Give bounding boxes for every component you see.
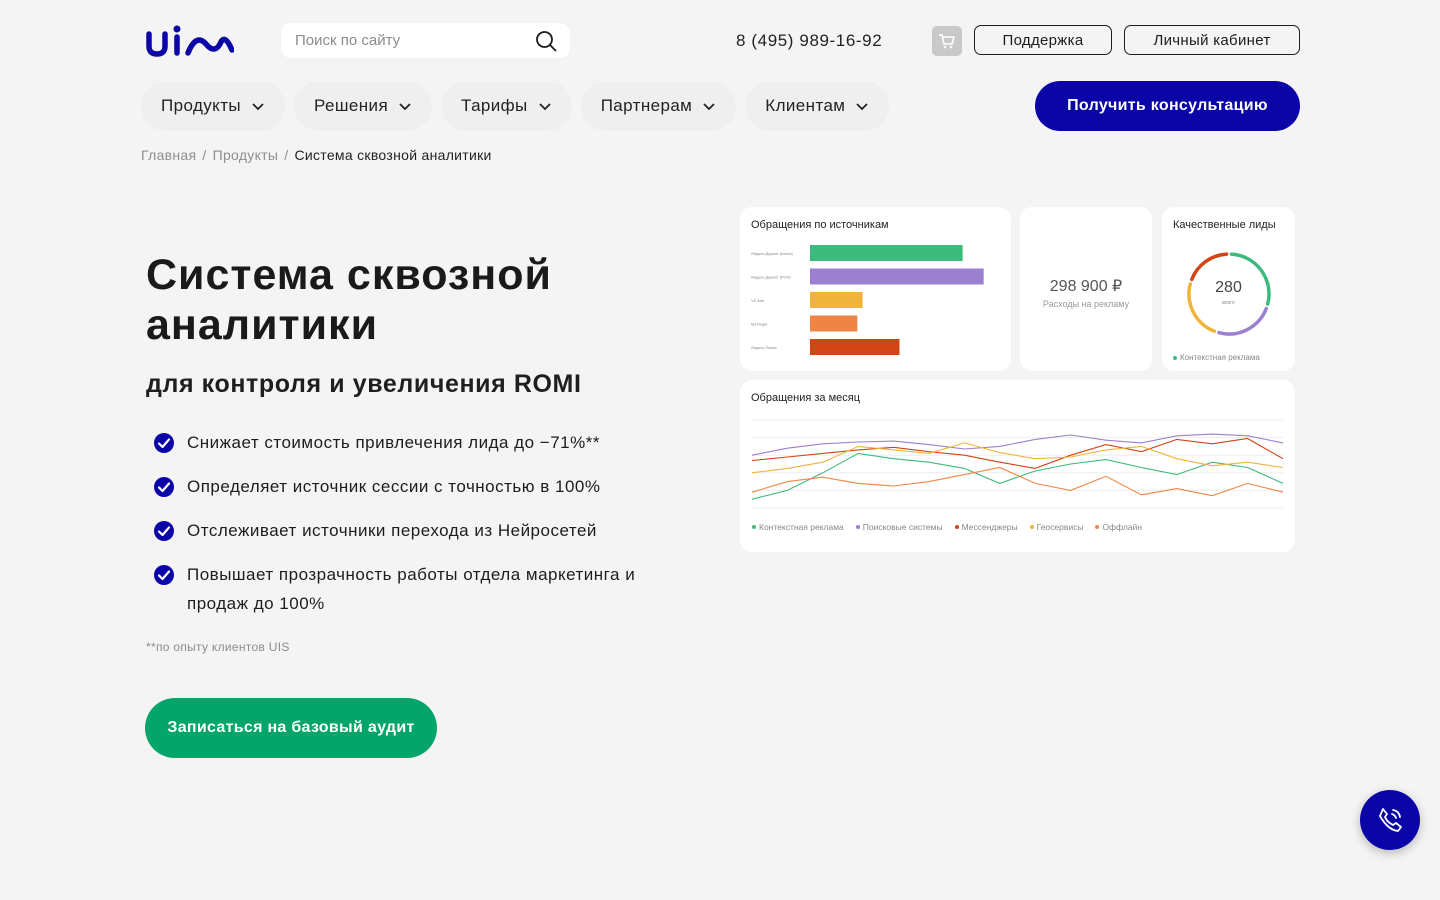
list-item: Повышает прозрачность работы отдела марк… bbox=[153, 560, 693, 618]
page-subtitle: для контроля и увеличения ROMI bbox=[146, 370, 582, 398]
uis-logo[interactable] bbox=[146, 24, 234, 58]
legend-label: Контекстная реклама bbox=[1180, 353, 1260, 362]
monthly-requests-card: Обращения за месяц Контекстная реклама По… bbox=[740, 380, 1295, 552]
phone-number[interactable]: 8 (495) 989-16-92 bbox=[736, 31, 882, 51]
search-input[interactable] bbox=[295, 32, 534, 49]
bar-category-label: Яндекс.Поиск bbox=[751, 345, 777, 350]
nav-item-label: Партнерам bbox=[600, 96, 693, 115]
donut-slice bbox=[1217, 306, 1268, 336]
nav-item-clients[interactable]: Клиентам bbox=[745, 81, 890, 131]
breadcrumb-current: Система сквозной аналитики bbox=[294, 147, 492, 163]
legend-dot bbox=[954, 525, 959, 529]
bar bbox=[810, 315, 858, 332]
feature-text: Повышает прозрачность работы отдела марк… bbox=[187, 565, 636, 613]
cart-button[interactable] bbox=[932, 26, 962, 56]
legend-label: Поисковые системы bbox=[862, 522, 943, 532]
leads-total-value: 280 bbox=[1215, 279, 1242, 296]
bar-category-label: Яндекс.Директ (поиск) bbox=[751, 251, 793, 256]
bar bbox=[810, 339, 900, 355]
feature-text: Снижает стоимость привлечения лида до −7… bbox=[187, 433, 600, 452]
ad-spend-label: Расходы на рекламу bbox=[1042, 299, 1130, 309]
legend-dot bbox=[752, 525, 756, 529]
legend-label: Контекстная реклама bbox=[759, 522, 844, 532]
breadcrumb-separator: / bbox=[284, 147, 289, 163]
personal-account-button[interactable]: Личный кабинет bbox=[1124, 25, 1300, 55]
chevron-down-icon bbox=[539, 103, 551, 111]
bar-category-label: Яндекс.Директ (РСЯ) bbox=[751, 275, 791, 280]
sources-bar-chart: Яндекс.Директ (поиск) Яндекс.Директ (РСЯ)… bbox=[751, 245, 984, 355]
chevron-down-icon bbox=[252, 103, 264, 111]
nav-item-label: Тарифы bbox=[461, 96, 528, 115]
cart-icon bbox=[939, 34, 955, 49]
legend-dot bbox=[1095, 525, 1100, 529]
bar bbox=[810, 245, 963, 261]
nav-item-products[interactable]: Продукты bbox=[141, 81, 286, 131]
feature-text: Определяет источник сессии с точностью в… bbox=[187, 477, 601, 496]
page-title: Система сквозной аналитики bbox=[146, 251, 552, 349]
search-box[interactable] bbox=[281, 23, 570, 58]
main-nav: Продукты Решения Тарифы Партнерам Клиент… bbox=[141, 81, 890, 131]
quality-leads-card: Качественные лиды 280 всего Контекстная … bbox=[1162, 207, 1295, 371]
series-line bbox=[751, 466, 1284, 497]
legend-item: Геосервисы bbox=[1029, 522, 1084, 532]
chart-legend: Контекстная реклама Поисковые системы Месс… bbox=[752, 522, 1142, 532]
bar-category-label: MyTarget bbox=[751, 322, 768, 327]
ad-spend-card: 298 900 ₽ Расходы на рекламу bbox=[1020, 207, 1152, 371]
legend-label: Геосервисы bbox=[1036, 522, 1084, 532]
phone-call-icon bbox=[1379, 808, 1402, 832]
nav-item-tariffs[interactable]: Тарифы bbox=[441, 81, 572, 131]
nav-item-label: Решения bbox=[314, 96, 389, 115]
check-circle-icon bbox=[154, 565, 174, 585]
series-line bbox=[751, 452, 1284, 500]
get-consultation-button[interactable]: Получить консультацию bbox=[1035, 81, 1300, 131]
breadcrumb: Главная / Продукты / Система сквозной ан… bbox=[141, 147, 492, 163]
feature-list: Снижает стоимость привлечения лида до −7… bbox=[153, 428, 693, 633]
legend-dot bbox=[1029, 525, 1034, 529]
footnote: **по опыту клиентов UIS bbox=[146, 640, 290, 654]
check-circle-icon bbox=[154, 521, 174, 541]
nav-item-solutions[interactable]: Решения bbox=[294, 81, 433, 131]
bar-category-label: VK Ads bbox=[751, 298, 764, 303]
legend-label: Оффлайн bbox=[1102, 522, 1143, 532]
breadcrumb-separator: / bbox=[202, 147, 207, 163]
chevron-down-icon bbox=[703, 103, 715, 111]
chevron-down-icon bbox=[399, 103, 411, 111]
search-icon[interactable] bbox=[534, 29, 558, 53]
list-item: Снижает стоимость привлечения лида до −7… bbox=[153, 428, 693, 457]
breadcrumb-products[interactable]: Продукты bbox=[213, 147, 279, 163]
feature-text: Отслеживает источники перехода из Нейрос… bbox=[187, 521, 597, 540]
legend-item: Мессенджеры bbox=[954, 522, 1018, 532]
legend-dot bbox=[855, 525, 860, 529]
basic-audit-button[interactable]: Записаться на базовый аудит bbox=[145, 698, 437, 758]
list-item: Отслеживает источники перехода из Нейрос… bbox=[153, 516, 693, 545]
legend-dot bbox=[1173, 355, 1177, 360]
leads-total-label: всего bbox=[1222, 300, 1235, 306]
ad-spend-value: 298 900 ₽ bbox=[1049, 278, 1123, 295]
support-button[interactable]: Поддержка bbox=[974, 25, 1112, 55]
sources-chart-card: Обращения по источникам Яндекс.Директ (п… bbox=[740, 207, 1011, 371]
nav-item-label: Продукты bbox=[161, 96, 242, 115]
legend-item: Оффлайн bbox=[1095, 522, 1142, 532]
nav-item-partners[interactable]: Партнерам bbox=[580, 81, 737, 131]
legend-item: Поисковые системы bbox=[855, 522, 943, 532]
donut-slice bbox=[1190, 252, 1229, 282]
list-item: Определяет источник сессии с точностью в… bbox=[153, 472, 693, 501]
nav-item-label: Клиентам bbox=[765, 96, 846, 115]
bar bbox=[810, 268, 984, 285]
check-circle-icon bbox=[154, 477, 174, 497]
legend-item: Контекстная реклама bbox=[1173, 353, 1260, 362]
breadcrumb-home[interactable]: Главная bbox=[141, 147, 196, 163]
bar bbox=[810, 292, 863, 308]
card-title: Качественные лиды bbox=[1173, 219, 1276, 231]
legend-label: Мессенджеры bbox=[961, 522, 1018, 532]
callback-button[interactable] bbox=[1360, 790, 1420, 850]
chevron-down-icon bbox=[856, 103, 869, 111]
legend-item: Контекстная реклама bbox=[752, 522, 844, 532]
check-circle-icon bbox=[154, 433, 174, 453]
